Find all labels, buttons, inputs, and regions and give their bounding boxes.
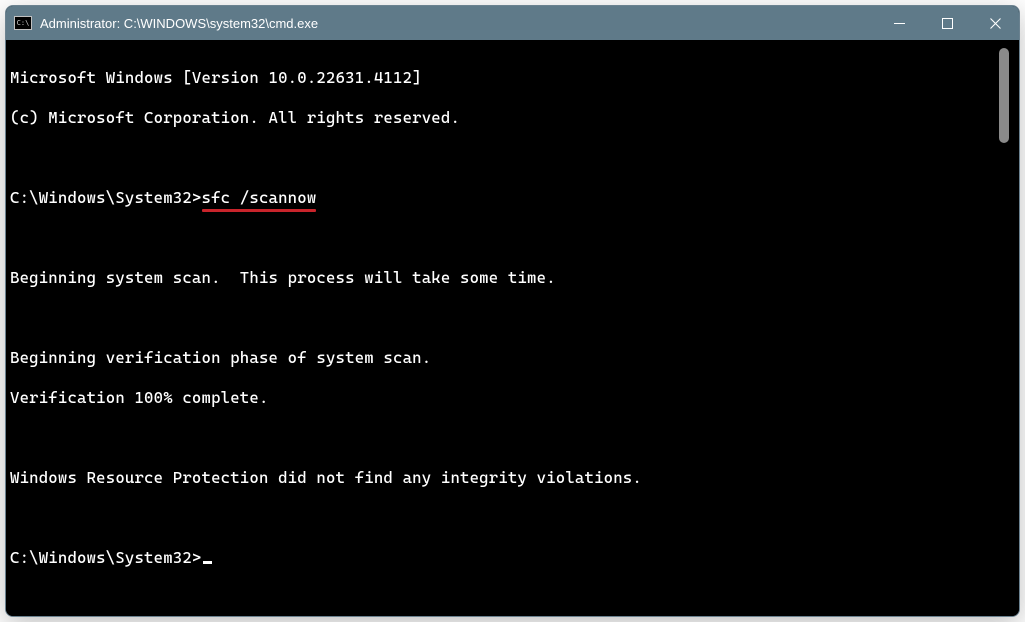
prompt-line-2: C:\Windows\System32> [10,548,995,568]
prompt-prefix: C:\Windows\System32> [10,548,202,567]
cursor [203,561,212,564]
version-line: Microsoft Windows [Version 10.0.22631.41… [10,68,995,88]
client-area: Microsoft Windows [Version 10.0.22631.41… [6,40,1019,616]
titlebar[interactable]: Administrator: C:\WINDOWS\system32\cmd.e… [6,6,1019,40]
vertical-scrollbar[interactable] [997,46,1011,610]
prompt-prefix: C:\Windows\System32> [10,188,202,207]
verify-begin-line: Beginning verification phase of system s… [10,348,995,368]
result-line: Windows Resource Protection did not find… [10,468,995,488]
prompt-line-1: C:\Windows\System32>sfc /scannow [10,188,995,208]
scroll-thumb[interactable] [999,48,1009,143]
window-controls [875,6,1019,40]
maximize-button[interactable] [923,6,971,40]
verify-done-line: Verification 100% complete. [10,388,995,408]
typed-command: sfc /scannow [202,188,317,208]
terminal-output[interactable]: Microsoft Windows [Version 10.0.22631.41… [6,46,995,610]
close-button[interactable] [971,6,1019,40]
cmd-icon [14,16,32,30]
minimize-button[interactable] [875,6,923,40]
window-title: Administrator: C:\WINDOWS\system32\cmd.e… [40,16,318,31]
copyright-line: (c) Microsoft Corporation. All rights re… [10,108,995,128]
scan-begin-line: Beginning system scan. This process will… [10,268,995,288]
cmd-window: Administrator: C:\WINDOWS\system32\cmd.e… [5,5,1020,617]
